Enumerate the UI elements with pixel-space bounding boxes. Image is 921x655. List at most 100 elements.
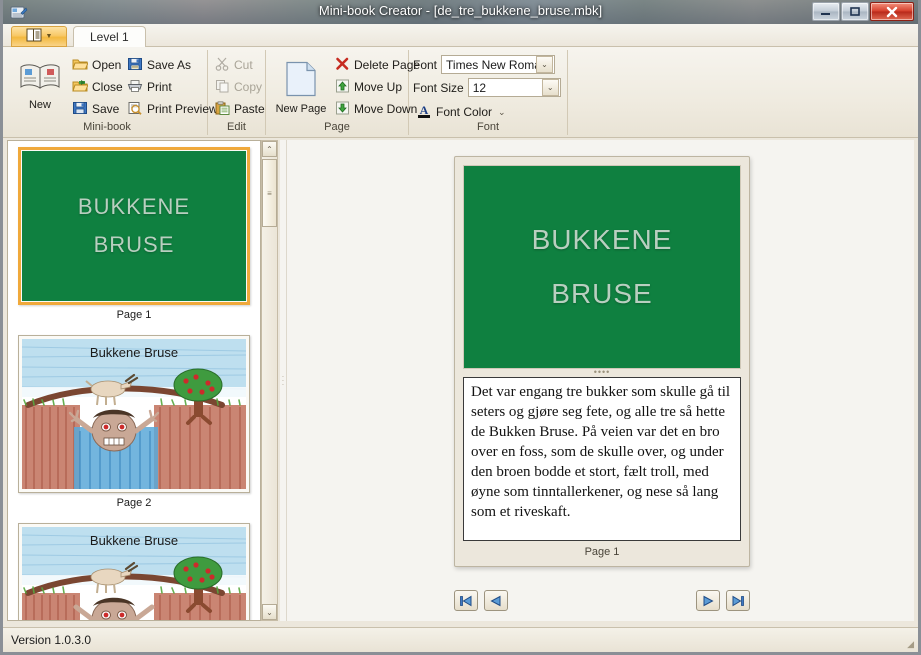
thumbnail-frame[interactable]: BUKKENE BRUSE — [18, 147, 250, 305]
font-color-label: Font Color — [436, 105, 493, 119]
save-button[interactable]: Save — [69, 98, 126, 120]
thumbnail-frame[interactable]: Bukkene Bruse — [18, 335, 250, 493]
application-menu-button[interactable]: ▼ — [11, 26, 67, 47]
font-size-label: Font Size — [413, 80, 464, 95]
thumbnail-list-scrollbar[interactable]: ⌃ ≡ ⌄ — [261, 140, 278, 621]
chevron-down-icon[interactable]: ⌄ — [498, 107, 506, 118]
open-book-icon — [18, 61, 62, 96]
chevron-down-icon: ▼ — [45, 33, 53, 40]
group-title-font: Font — [476, 121, 499, 133]
maximize-button[interactable] — [841, 2, 869, 21]
close-button[interactable] — [870, 2, 914, 21]
page-cover-line-2: BRUSE — [551, 278, 653, 309]
blank-page-icon — [284, 61, 318, 100]
splitter-grip-icon: · · · — [281, 371, 285, 389]
floppy-disk-icon — [72, 101, 88, 118]
thumbnail-page-3[interactable]: Bukkene Bruse Page 3 — [8, 517, 260, 620]
application-window: Mini-book Creator - [de_tre_bukkene_brus… — [0, 0, 921, 655]
thumbnail-frame[interactable]: Bukkene Bruse — [18, 523, 250, 620]
print-label: Print — [147, 80, 172, 94]
group-title-edit: Edit — [227, 121, 246, 133]
copy-icon — [215, 79, 230, 96]
resize-grip-icon[interactable]: ◢ — [907, 639, 914, 650]
chevron-up-icon: ⌃ — [266, 144, 273, 154]
cover-line-2: BRUSE — [93, 232, 175, 257]
green-up-arrow-icon — [335, 79, 350, 96]
troll-bridge-drawing — [22, 339, 246, 489]
page-editor-card: BUKKENE BRUSE •••• Det var engang tre bu… — [454, 156, 750, 567]
page-navigation-bar — [454, 590, 750, 611]
copy-label: Copy — [234, 80, 263, 94]
thumbnail-page-1[interactable]: BUKKENE BRUSE Page 1 — [8, 141, 260, 329]
scroll-down-button[interactable]: ⌄ — [262, 604, 277, 620]
close-label: Close — [92, 80, 123, 94]
ribbon-group-minibook: New Open Close Save Save As Print Print … — [7, 50, 218, 135]
version-label: Version 1.0.3.0 — [11, 633, 92, 647]
ribbon: New Open Close Save Save As Print Print … — [3, 47, 918, 138]
font-label: Font — [413, 57, 438, 72]
print-button[interactable]: Print — [124, 76, 221, 98]
group-title-minibook: Mini-book — [83, 121, 131, 133]
cut-label: Cut — [234, 58, 253, 72]
move-up-label: Move Up — [354, 80, 403, 94]
cut-button[interactable]: Cut — [212, 54, 261, 76]
new-minibook-button[interactable]: New — [11, 58, 69, 111]
next-page-button[interactable] — [696, 590, 720, 611]
new-page-label: New Page — [275, 103, 327, 115]
drawing-thumbnail-image: Bukkene Bruse — [22, 527, 246, 620]
drawing-title: Bukkene Bruse — [89, 345, 179, 360]
print-preview-button[interactable]: Print Preview — [124, 98, 221, 120]
paste-button[interactable]: Paste — [212, 98, 265, 120]
cover-line-1: BUKKENE — [77, 194, 191, 219]
group-title-page: Page — [324, 121, 350, 133]
font-color-A-icon: A — [416, 103, 432, 122]
scroll-up-button[interactable]: ⌃ — [262, 141, 277, 157]
previous-page-button[interactable] — [484, 590, 508, 611]
chevron-down-icon: ⌄ — [266, 607, 273, 617]
thumbnail-page-2[interactable]: Bukkene Bruse Page 2 — [8, 329, 260, 517]
folder-close-icon — [72, 79, 89, 96]
tab-label: Level 1 — [90, 30, 129, 44]
save-as-label: Save As — [147, 58, 192, 72]
page-editor-workspace: BUKKENE BRUSE •••• Det var engang tre bu… — [286, 140, 914, 621]
font-size-value: 12 — [472, 80, 487, 95]
page-thumbnail-list[interactable]: BUKKENE BRUSE Page 1 Bukkene Bruse Page … — [7, 140, 261, 621]
ribbon-group-page: New Page Delete Page Move Up Move Down P… — [266, 50, 420, 135]
font-size-combobox[interactable]: 12 ⌄ — [467, 78, 561, 97]
window-controls — [812, 2, 914, 21]
font-family-value: Times New Roman — [446, 57, 536, 72]
minimize-button[interactable] — [812, 2, 840, 21]
thumbnail-caption: Page 2 — [116, 497, 152, 509]
magnifier-page-icon — [127, 101, 143, 118]
thumbnail-caption: Page 1 — [116, 309, 152, 321]
chevron-down-icon[interactable]: ⌄ — [536, 56, 554, 73]
red-x-icon — [335, 57, 350, 74]
tab-level-1[interactable]: Level 1 — [73, 26, 146, 47]
ribbon-group-font: Font Times New Roman ⌄ Font Size 12 ⌄ — [409, 50, 568, 135]
green-down-arrow-icon — [335, 101, 350, 118]
grip-icon: ≡ — [267, 188, 272, 198]
floppy-save-as-icon — [127, 57, 143, 74]
window-title: Mini-book Creator - [de_tre_bukkene_brus… — [318, 3, 603, 18]
image-resize-handle[interactable]: •••• — [463, 368, 741, 377]
scrollbar-thumb[interactable]: ≡ — [262, 159, 277, 227]
page-text-editor[interactable]: Det var engang tre bukker som skulle gå … — [463, 377, 741, 541]
save-label: Save — [92, 102, 120, 116]
chevron-down-icon[interactable]: ⌄ — [541, 79, 559, 96]
page-cover-image[interactable]: BUKKENE BRUSE — [463, 165, 741, 369]
move-down-label: Move Down — [354, 102, 418, 116]
page-number-label: Page 1 — [584, 546, 620, 558]
open-button[interactable]: Open — [69, 54, 126, 76]
new-minibook-label: New — [28, 99, 51, 111]
last-page-button[interactable] — [726, 590, 750, 611]
first-page-button[interactable] — [454, 590, 478, 611]
svg-text:A: A — [420, 103, 429, 117]
font-family-combobox[interactable]: Times New Roman ⌄ — [441, 55, 556, 74]
copy-button[interactable]: Copy — [212, 76, 263, 98]
ribbon-tab-strip: ▼ Level 1 — [3, 24, 918, 47]
printer-icon — [127, 79, 143, 96]
new-page-button[interactable]: New Page — [270, 58, 332, 115]
save-as-button[interactable]: Save As — [124, 54, 221, 76]
page-cover-line-1: BUKKENE — [531, 224, 673, 255]
close-button-ribbon[interactable]: Close — [69, 76, 126, 98]
